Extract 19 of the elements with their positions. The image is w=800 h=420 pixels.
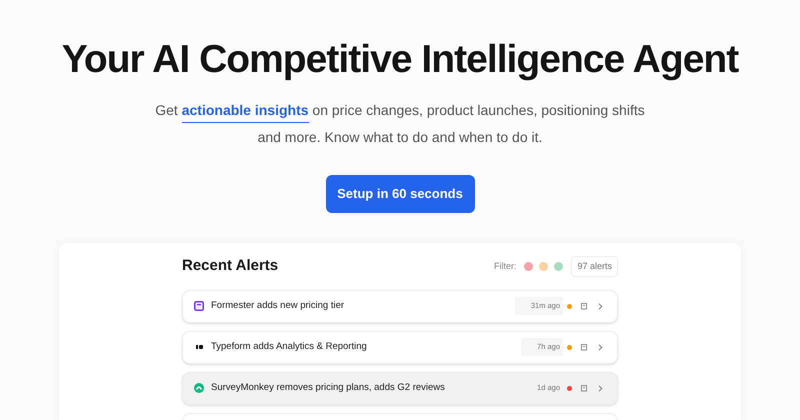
- form-icon: [194, 301, 204, 311]
- headline: Your AI Competitive Intelligence Agent: [62, 40, 738, 79]
- alert-title: SurveyMonkey removes pricing plans, adds G2 reviews: [211, 380, 446, 395]
- archive-icon[interactable]: [580, 302, 588, 310]
- panel-title: Recent Alerts: [182, 256, 278, 276]
- alert-title: Typeform adds Analytics & Reporting: [211, 340, 368, 354]
- archive-icon[interactable]: [580, 384, 588, 392]
- filter-label: Filter:: [494, 260, 516, 272]
- monkey-icon: [194, 383, 204, 393]
- bars-icon: [196, 345, 202, 349]
- archive-icon[interactable]: [580, 343, 588, 351]
- chevron-right-icon[interactable]: [598, 344, 603, 350]
- chevron-right-icon[interactable]: [598, 384, 603, 392]
- subtitle: Get actionable insights on price changes, product launches, positioning shifts and more. Know what to do and when to do it.: [154, 101, 646, 147]
- insights-link[interactable]: actionable insights: [182, 102, 309, 123]
- alert-count: 97 alerts: [571, 256, 618, 277]
- chevron-right-icon[interactable]: [598, 302, 603, 310]
- alert-title: Formester adds new pricing tier: [211, 298, 346, 313]
- setup-button[interactable]: Setup in 60 seconds: [326, 175, 474, 213]
